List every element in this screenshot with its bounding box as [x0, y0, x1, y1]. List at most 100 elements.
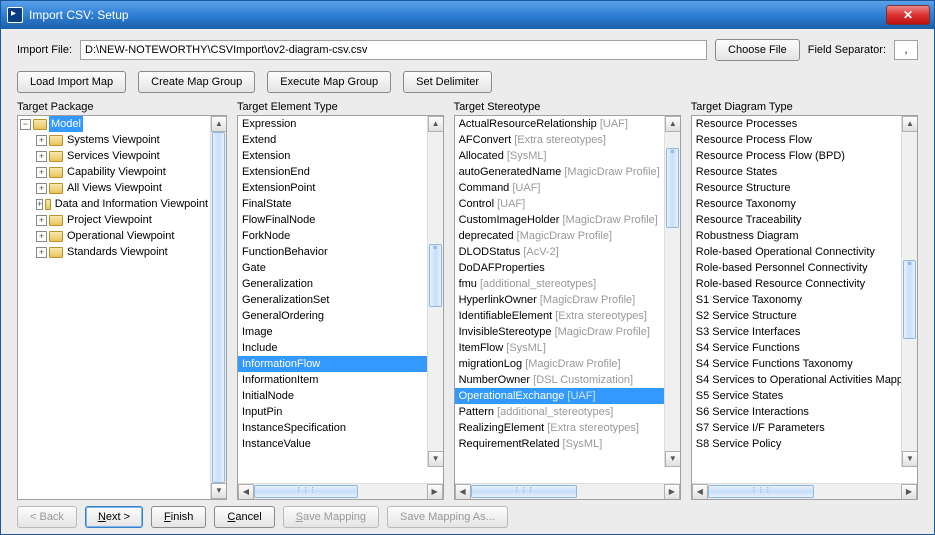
list-item[interactable]: RequirementRelated [SysML]	[455, 436, 664, 452]
list-item[interactable]: Role-based Resource Connectivity	[692, 276, 901, 292]
list-item[interactable]: Allocated [SysML]	[455, 148, 664, 164]
list-item[interactable]: S4 Service Functions Taxonomy	[692, 356, 901, 372]
scrollbar-vertical[interactable]: ▲ ≡ ▼	[664, 116, 680, 467]
target-package-tree[interactable]: −Model+Systems Viewpoint+Services Viewpo…	[17, 115, 227, 500]
list-item[interactable]: IdentifiableElement [Extra stereotypes]	[455, 308, 664, 324]
list-item[interactable]: GeneralizationSet	[238, 292, 427, 308]
list-item[interactable]: S5 Service States	[692, 388, 901, 404]
list-item[interactable]: InformationFlow	[238, 356, 427, 372]
list-item[interactable]: migrationLog [MagicDraw Profile]	[455, 356, 664, 372]
tree-item[interactable]: +Capability Viewpoint	[34, 164, 210, 180]
scroll-right-icon[interactable]: ▶	[664, 484, 680, 500]
scroll-down-icon[interactable]: ▼	[902, 451, 917, 467]
list-item[interactable]: InstanceValue	[238, 436, 427, 452]
list-item[interactable]: Resource Processes	[692, 116, 901, 132]
list-item[interactable]: AFConvert [Extra stereotypes]	[455, 132, 664, 148]
tree-expand-icon[interactable]: +	[36, 167, 47, 178]
list-item[interactable]: Generalization	[238, 276, 427, 292]
create-map-group-button[interactable]: Create Map Group	[138, 71, 255, 93]
scrollbar-vertical[interactable]: ▲ ≡ ▼	[427, 116, 443, 467]
titlebar[interactable]: Import CSV: Setup ✕	[1, 1, 934, 29]
scrollbar-horizontal[interactable]: ◀ ⋮⋮⋮ ▶	[692, 483, 917, 499]
list-item[interactable]: InvisibleStereotype [MagicDraw Profile]	[455, 324, 664, 340]
set-delimiter-button[interactable]: Set Delimiter	[403, 71, 492, 93]
list-item[interactable]: deprecated [MagicDraw Profile]	[455, 228, 664, 244]
list-item[interactable]: autoGeneratedName [MagicDraw Profile]	[455, 164, 664, 180]
tree-expand-icon[interactable]: +	[36, 199, 43, 210]
list-item[interactable]: FinalState	[238, 196, 427, 212]
list-item[interactable]: DoDAFProperties	[455, 260, 664, 276]
list-item[interactable]: S8 Service Policy	[692, 436, 901, 452]
cancel-button[interactable]: Cancel	[214, 506, 274, 528]
tree-expand-icon[interactable]: +	[36, 183, 47, 194]
tree-item[interactable]: +Project Viewpoint	[34, 212, 210, 228]
list-item[interactable]: ItemFlow [SysML]	[455, 340, 664, 356]
list-item[interactable]: Pattern [additional_stereotypes]	[455, 404, 664, 420]
tree-item[interactable]: +Standards Viewpoint	[34, 244, 210, 260]
list-item[interactable]: ExtensionPoint	[238, 180, 427, 196]
tree-expand-icon[interactable]: +	[36, 151, 47, 162]
tree-item[interactable]: +Services Viewpoint	[34, 148, 210, 164]
list-item[interactable]: Resource Process Flow	[692, 132, 901, 148]
close-button[interactable]: ✕	[886, 5, 930, 25]
tree-expand-icon[interactable]: +	[36, 231, 47, 242]
finish-button[interactable]: Finish	[151, 506, 206, 528]
scroll-up-icon[interactable]: ▲	[902, 116, 917, 132]
tree-expand-icon[interactable]: +	[36, 215, 47, 226]
list-item[interactable]: Resource Process Flow (BPD)	[692, 148, 901, 164]
scroll-left-icon[interactable]: ◀	[238, 484, 254, 500]
list-item[interactable]: Resource States	[692, 164, 901, 180]
list-item[interactable]: S7 Service I/F Parameters	[692, 420, 901, 436]
list-item[interactable]: Control [UAF]	[455, 196, 664, 212]
list-item[interactable]: RealizingElement [Extra stereotypes]	[455, 420, 664, 436]
list-item[interactable]: S4 Services to Operational Activities Ma…	[692, 372, 901, 388]
list-item[interactable]: fmu [additional_stereotypes]	[455, 276, 664, 292]
list-item[interactable]: S6 Service Interactions	[692, 404, 901, 420]
scrollbar-vertical[interactable]: ▲ ≡ ▼	[901, 116, 917, 467]
tree-item[interactable]: +Operational Viewpoint	[34, 228, 210, 244]
list-item[interactable]: DLODStatus [AcV-2]	[455, 244, 664, 260]
scroll-right-icon[interactable]: ▶	[901, 484, 917, 500]
scrollbar-horizontal[interactable]: ◀ ⋮⋮⋮ ▶	[455, 483, 680, 499]
execute-map-group-button[interactable]: Execute Map Group	[267, 71, 391, 93]
list-item[interactable]: Resource Structure	[692, 180, 901, 196]
load-import-map-button[interactable]: Load Import Map	[17, 71, 126, 93]
tree-expand-icon[interactable]: +	[36, 247, 47, 258]
scroll-left-icon[interactable]: ◀	[455, 484, 471, 500]
choose-file-button[interactable]: Choose File	[715, 39, 800, 61]
scroll-up-icon[interactable]: ▲	[428, 116, 443, 132]
list-item[interactable]: NumberOwner [DSL Customization]	[455, 372, 664, 388]
list-item[interactable]: Image	[238, 324, 427, 340]
list-item[interactable]: FlowFinalNode	[238, 212, 427, 228]
tree-expand-icon[interactable]: +	[36, 135, 47, 146]
list-item[interactable]: ForkNode	[238, 228, 427, 244]
list-item[interactable]: Include	[238, 340, 427, 356]
list-item[interactable]: ActualResourceRelationship [UAF]	[455, 116, 664, 132]
scrollbar-horizontal[interactable]: ◀ ⋮⋮⋮ ▶	[238, 483, 443, 499]
scrollbar-vertical[interactable]: ▲ ▼	[210, 116, 226, 499]
list-item[interactable]: Extend	[238, 132, 427, 148]
list-item[interactable]: Role-based Personnel Connectivity	[692, 260, 901, 276]
list-item[interactable]: InitialNode	[238, 388, 427, 404]
tree-collapse-icon[interactable]: −	[20, 119, 31, 130]
list-item[interactable]: Resource Taxonomy	[692, 196, 901, 212]
list-item[interactable]: S2 Service Structure	[692, 308, 901, 324]
list-item[interactable]: Robustness Diagram	[692, 228, 901, 244]
list-item[interactable]: HyperlinkOwner [MagicDraw Profile]	[455, 292, 664, 308]
tree-item-model[interactable]: −Model	[18, 116, 210, 132]
list-item[interactable]: FunctionBehavior	[238, 244, 427, 260]
list-item[interactable]: ExtensionEnd	[238, 164, 427, 180]
scroll-down-icon[interactable]: ▼	[428, 451, 443, 467]
tree-item[interactable]: +Data and Information Viewpoint	[34, 196, 210, 212]
list-item[interactable]: OperationalExchange [UAF]	[455, 388, 664, 404]
list-item[interactable]: Expression	[238, 116, 427, 132]
list-item[interactable]: InformationItem	[238, 372, 427, 388]
import-file-input[interactable]	[80, 40, 707, 60]
target-diagram-type-list[interactable]: Resource ProcessesResource Process FlowR…	[691, 115, 918, 500]
list-item[interactable]: Extension	[238, 148, 427, 164]
scroll-left-icon[interactable]: ◀	[692, 484, 708, 500]
target-element-type-list[interactable]: ExpressionExtendExtensionExtensionEndExt…	[237, 115, 444, 500]
list-item[interactable]: S3 Service Interfaces	[692, 324, 901, 340]
list-item[interactable]: GeneralOrdering	[238, 308, 427, 324]
scroll-down-icon[interactable]: ▼	[665, 451, 680, 467]
